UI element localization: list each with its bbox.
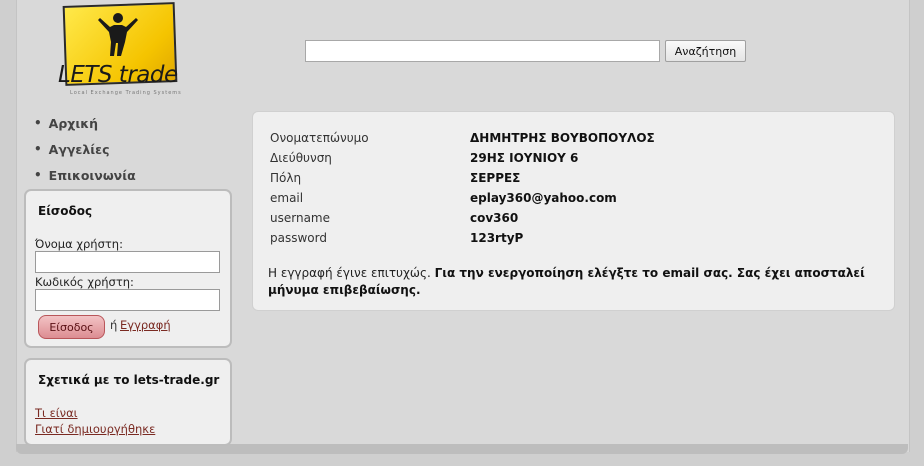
main-nav: • Αρχική • Αγγελίες • Επικοινωνία [34, 110, 136, 188]
logo-tagline: Local Exchange Trading Systems [70, 90, 182, 96]
nav-item-label: Αρχική [48, 115, 99, 131]
search-button[interactable]: Αναζήτηση [665, 40, 746, 62]
login-title: Είσοδος [38, 204, 93, 218]
nav-item-home[interactable]: • Αρχική [34, 110, 136, 136]
bullet-icon: • [34, 142, 42, 156]
password-field[interactable] [35, 289, 220, 311]
message-prefix: Η εγγραφή έγινε επιτυχώς. [268, 266, 431, 280]
about-box: Σχετικά με το lets-trade.gr Τι είναι Για… [24, 358, 232, 446]
username-label: Όνομα χρήστη: [35, 237, 123, 251]
nav-item-contact[interactable]: • Επικοινωνία [34, 162, 136, 188]
info-value: eplay360@yahoo.com [470, 191, 617, 205]
info-label: Πόλη [270, 171, 302, 185]
info-label: password [270, 231, 327, 245]
site-logo[interactable]: LETS trade Local Exchange Trading System… [52, 2, 192, 96]
or-text: ή [110, 318, 118, 332]
nav-item-label: Αγγελίες [48, 141, 110, 157]
info-value: ΣΕΡΡΕΣ [470, 171, 521, 185]
info-value: ΔΗΜΗΤΡΗΣ ΒΟΥΒΟΠΟΥΛΟΣ [470, 131, 655, 145]
info-label: email [270, 191, 304, 205]
info-label: Ονοματεπώνυμο [270, 131, 369, 145]
login-box: Είσοδος Όνομα χρήστη: Κωδικός χρήστη: Εί… [24, 189, 232, 348]
registration-success-message: Η εγγραφή έγινε επιτυχώς. Για την ενεργο… [268, 265, 878, 299]
password-label: Κωδικός χρήστη: [35, 275, 134, 289]
about-title: Σχετικά με το lets-trade.gr [38, 373, 220, 387]
about-link-why-created[interactable]: Γιατί δημιουργήθηκε [35, 422, 155, 436]
registration-details-panel: Ονοματεπώνυμο ΔΗΜΗΤΡΗΣ ΒΟΥΒΟΠΟΥΛΟΣ Διεύθ… [252, 111, 895, 311]
username-field[interactable] [35, 251, 220, 273]
login-button[interactable]: Είσοδος [38, 315, 105, 339]
info-label: Διεύθυνση [270, 151, 332, 165]
about-link-what-is[interactable]: Τι είναι [35, 406, 78, 420]
info-value: 29ΗΣ ΙΟΥΝΙΟΥ 6 [470, 151, 579, 165]
register-link[interactable]: Εγγραφή [120, 318, 171, 332]
nav-item-listings[interactable]: • Αγγελίες [34, 136, 136, 162]
logo-wordmark: LETS trade [58, 62, 178, 88]
bullet-icon: • [34, 116, 42, 130]
bullet-icon: • [34, 168, 42, 182]
info-value: 123rtyP [470, 231, 524, 245]
info-value: cov360 [470, 211, 519, 225]
person-arms-up-icon [98, 13, 138, 56]
info-label: username [270, 211, 330, 225]
search-input[interactable] [305, 40, 660, 62]
nav-item-label: Επικοινωνία [48, 167, 136, 183]
